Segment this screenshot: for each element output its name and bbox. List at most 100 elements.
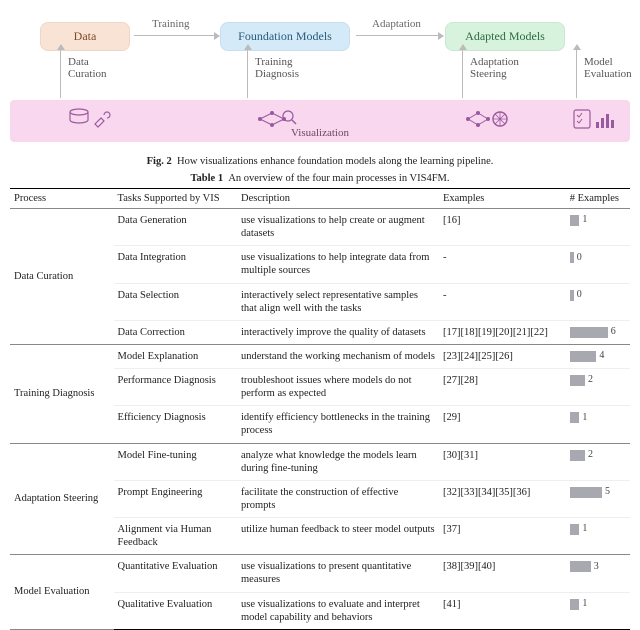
spark-bar <box>570 450 585 461</box>
cell-task: Model Explanation <box>114 344 237 368</box>
arrow-training-diagnosis <box>247 50 248 98</box>
cell-description: troubleshoot issues where models do not … <box>237 369 439 406</box>
cell-examples: [23][24][25][26] <box>439 344 566 368</box>
cell-task: Efficiency Diagnosis <box>114 406 237 443</box>
cell-process: Model Evaluation <box>10 555 114 630</box>
cell-description: use visualizations to evaluate and inter… <box>237 592 439 629</box>
cell-num-examples: 3 <box>566 555 630 592</box>
spark-value: 4 <box>599 350 604 361</box>
cell-description: use visualizations to present quantitati… <box>237 555 439 592</box>
cell-description: understand the working mechanism of mode… <box>237 344 439 368</box>
label-adaptation: Adaptation <box>372 18 421 30</box>
cell-description: facilitate the construction of effective… <box>237 480 439 517</box>
label-training: Training <box>152 18 190 30</box>
cell-description: interactively improve the quality of dat… <box>237 320 439 344</box>
spark-value: 1 <box>582 412 587 423</box>
cell-task: Prompt Engineering <box>114 480 237 517</box>
cell-examples: [38][39][40] <box>439 555 566 592</box>
cell-description: identify efficiency bottlenecks in the t… <box>237 406 439 443</box>
cell-num-examples: 2 <box>566 443 630 480</box>
cell-num-examples: 1 <box>566 518 630 555</box>
checklist-chart-icon <box>570 106 618 132</box>
table-row: Adaptation SteeringModel Fine-tuninganal… <box>10 443 630 480</box>
label-model-evaluation: ModelEvaluation <box>584 56 632 80</box>
cell-num-examples: 0 <box>566 283 630 320</box>
visualization-bar: Visualization <box>10 100 630 142</box>
cell-examples: - <box>439 283 566 320</box>
spark-bar <box>570 599 580 610</box>
overview-table: Process Tasks Supported by VIS Descripti… <box>10 188 630 630</box>
label-training-diagnosis: TrainingDiagnosis <box>255 56 299 80</box>
cell-num-examples: 6 <box>566 320 630 344</box>
cell-num-examples: 1 <box>566 209 630 246</box>
node-data: Data <box>40 22 130 51</box>
spark-bar <box>570 561 591 572</box>
cell-description: use visualizations to help integrate dat… <box>237 246 439 283</box>
table-row: Model EvaluationQuantitative Evaluationu… <box>10 555 630 592</box>
cell-examples: [29] <box>439 406 566 443</box>
table-row: Data CurationData Generationuse visualiz… <box>10 209 630 246</box>
arrow-training <box>134 35 214 36</box>
visualization-label: Visualization <box>291 127 349 139</box>
cell-task: Qualitative Evaluation <box>114 592 237 629</box>
arrow-model-evaluation <box>576 50 577 98</box>
spark-bar <box>570 412 580 423</box>
cell-description: utilize human feedback to steer model ou… <box>237 518 439 555</box>
arrow-adaptation-steering <box>462 50 463 98</box>
cell-num-examples: 1 <box>566 592 630 629</box>
cell-task: Alignment via Human Feedback <box>114 518 237 555</box>
spark-bar <box>570 215 580 226</box>
cell-num-examples: 2 <box>566 369 630 406</box>
spark-value: 5 <box>605 486 610 497</box>
node-foundation-models: Foundation Models <box>220 22 350 51</box>
spark-value: 2 <box>588 449 593 460</box>
col-task: Tasks Supported by VIS <box>114 189 237 209</box>
label-data-curation: DataCuration <box>68 56 107 80</box>
cell-process: Adaptation Steering <box>10 443 114 555</box>
figure-caption: Fig. 2 How visualizations enhance founda… <box>0 156 640 167</box>
label-adaptation-steering: AdaptationSteering <box>470 56 519 80</box>
cell-description: interactively select representative samp… <box>237 283 439 320</box>
spark-bar <box>570 375 585 386</box>
spark-bar <box>570 524 580 535</box>
cell-description: use visualizations to help create or aug… <box>237 209 439 246</box>
spark-bar <box>570 252 574 263</box>
database-wrench-icon <box>65 106 113 132</box>
spark-value: 1 <box>582 598 587 609</box>
arrow-data-curation <box>60 50 61 98</box>
cell-num-examples: 5 <box>566 480 630 517</box>
cell-description: analyze what knowledge the models learn … <box>237 443 439 480</box>
cell-examples: [16] <box>439 209 566 246</box>
spark-bar <box>570 351 597 362</box>
col-description: Description <box>237 189 439 209</box>
spark-value: 0 <box>577 289 582 300</box>
spark-value: 3 <box>594 561 599 572</box>
cell-process: Training Diagnosis <box>10 344 114 443</box>
col-examples: Examples <box>439 189 566 209</box>
cell-task: Performance Diagnosis <box>114 369 237 406</box>
spark-value: 2 <box>588 374 593 385</box>
table-caption: Table 1 An overview of the four main pro… <box>0 173 640 184</box>
cell-examples: [41] <box>439 592 566 629</box>
spark-value: 1 <box>582 214 587 225</box>
cell-num-examples: 0 <box>566 246 630 283</box>
cell-examples: [37] <box>439 518 566 555</box>
col-process: Process <box>10 189 114 209</box>
cell-examples: - <box>439 246 566 283</box>
cell-task: Data Generation <box>114 209 237 246</box>
cell-examples: [17][18][19][20][21][22] <box>439 320 566 344</box>
spark-bar <box>570 290 574 301</box>
network-steering-icon <box>460 106 508 132</box>
cell-num-examples: 4 <box>566 344 630 368</box>
pipeline-diagram: Data Foundation Models Adapted Models Tr… <box>0 0 640 150</box>
cell-examples: [27][28] <box>439 369 566 406</box>
table-row: Training DiagnosisModel Explanationunder… <box>10 344 630 368</box>
cell-process: Data Curation <box>10 209 114 345</box>
spark-bar <box>570 487 602 498</box>
cell-task: Data Selection <box>114 283 237 320</box>
spark-value: 6 <box>611 326 616 337</box>
table-header-row: Process Tasks Supported by VIS Descripti… <box>10 189 630 209</box>
spark-value: 0 <box>577 252 582 263</box>
cell-task: Data Integration <box>114 246 237 283</box>
spark-value: 1 <box>582 523 587 534</box>
